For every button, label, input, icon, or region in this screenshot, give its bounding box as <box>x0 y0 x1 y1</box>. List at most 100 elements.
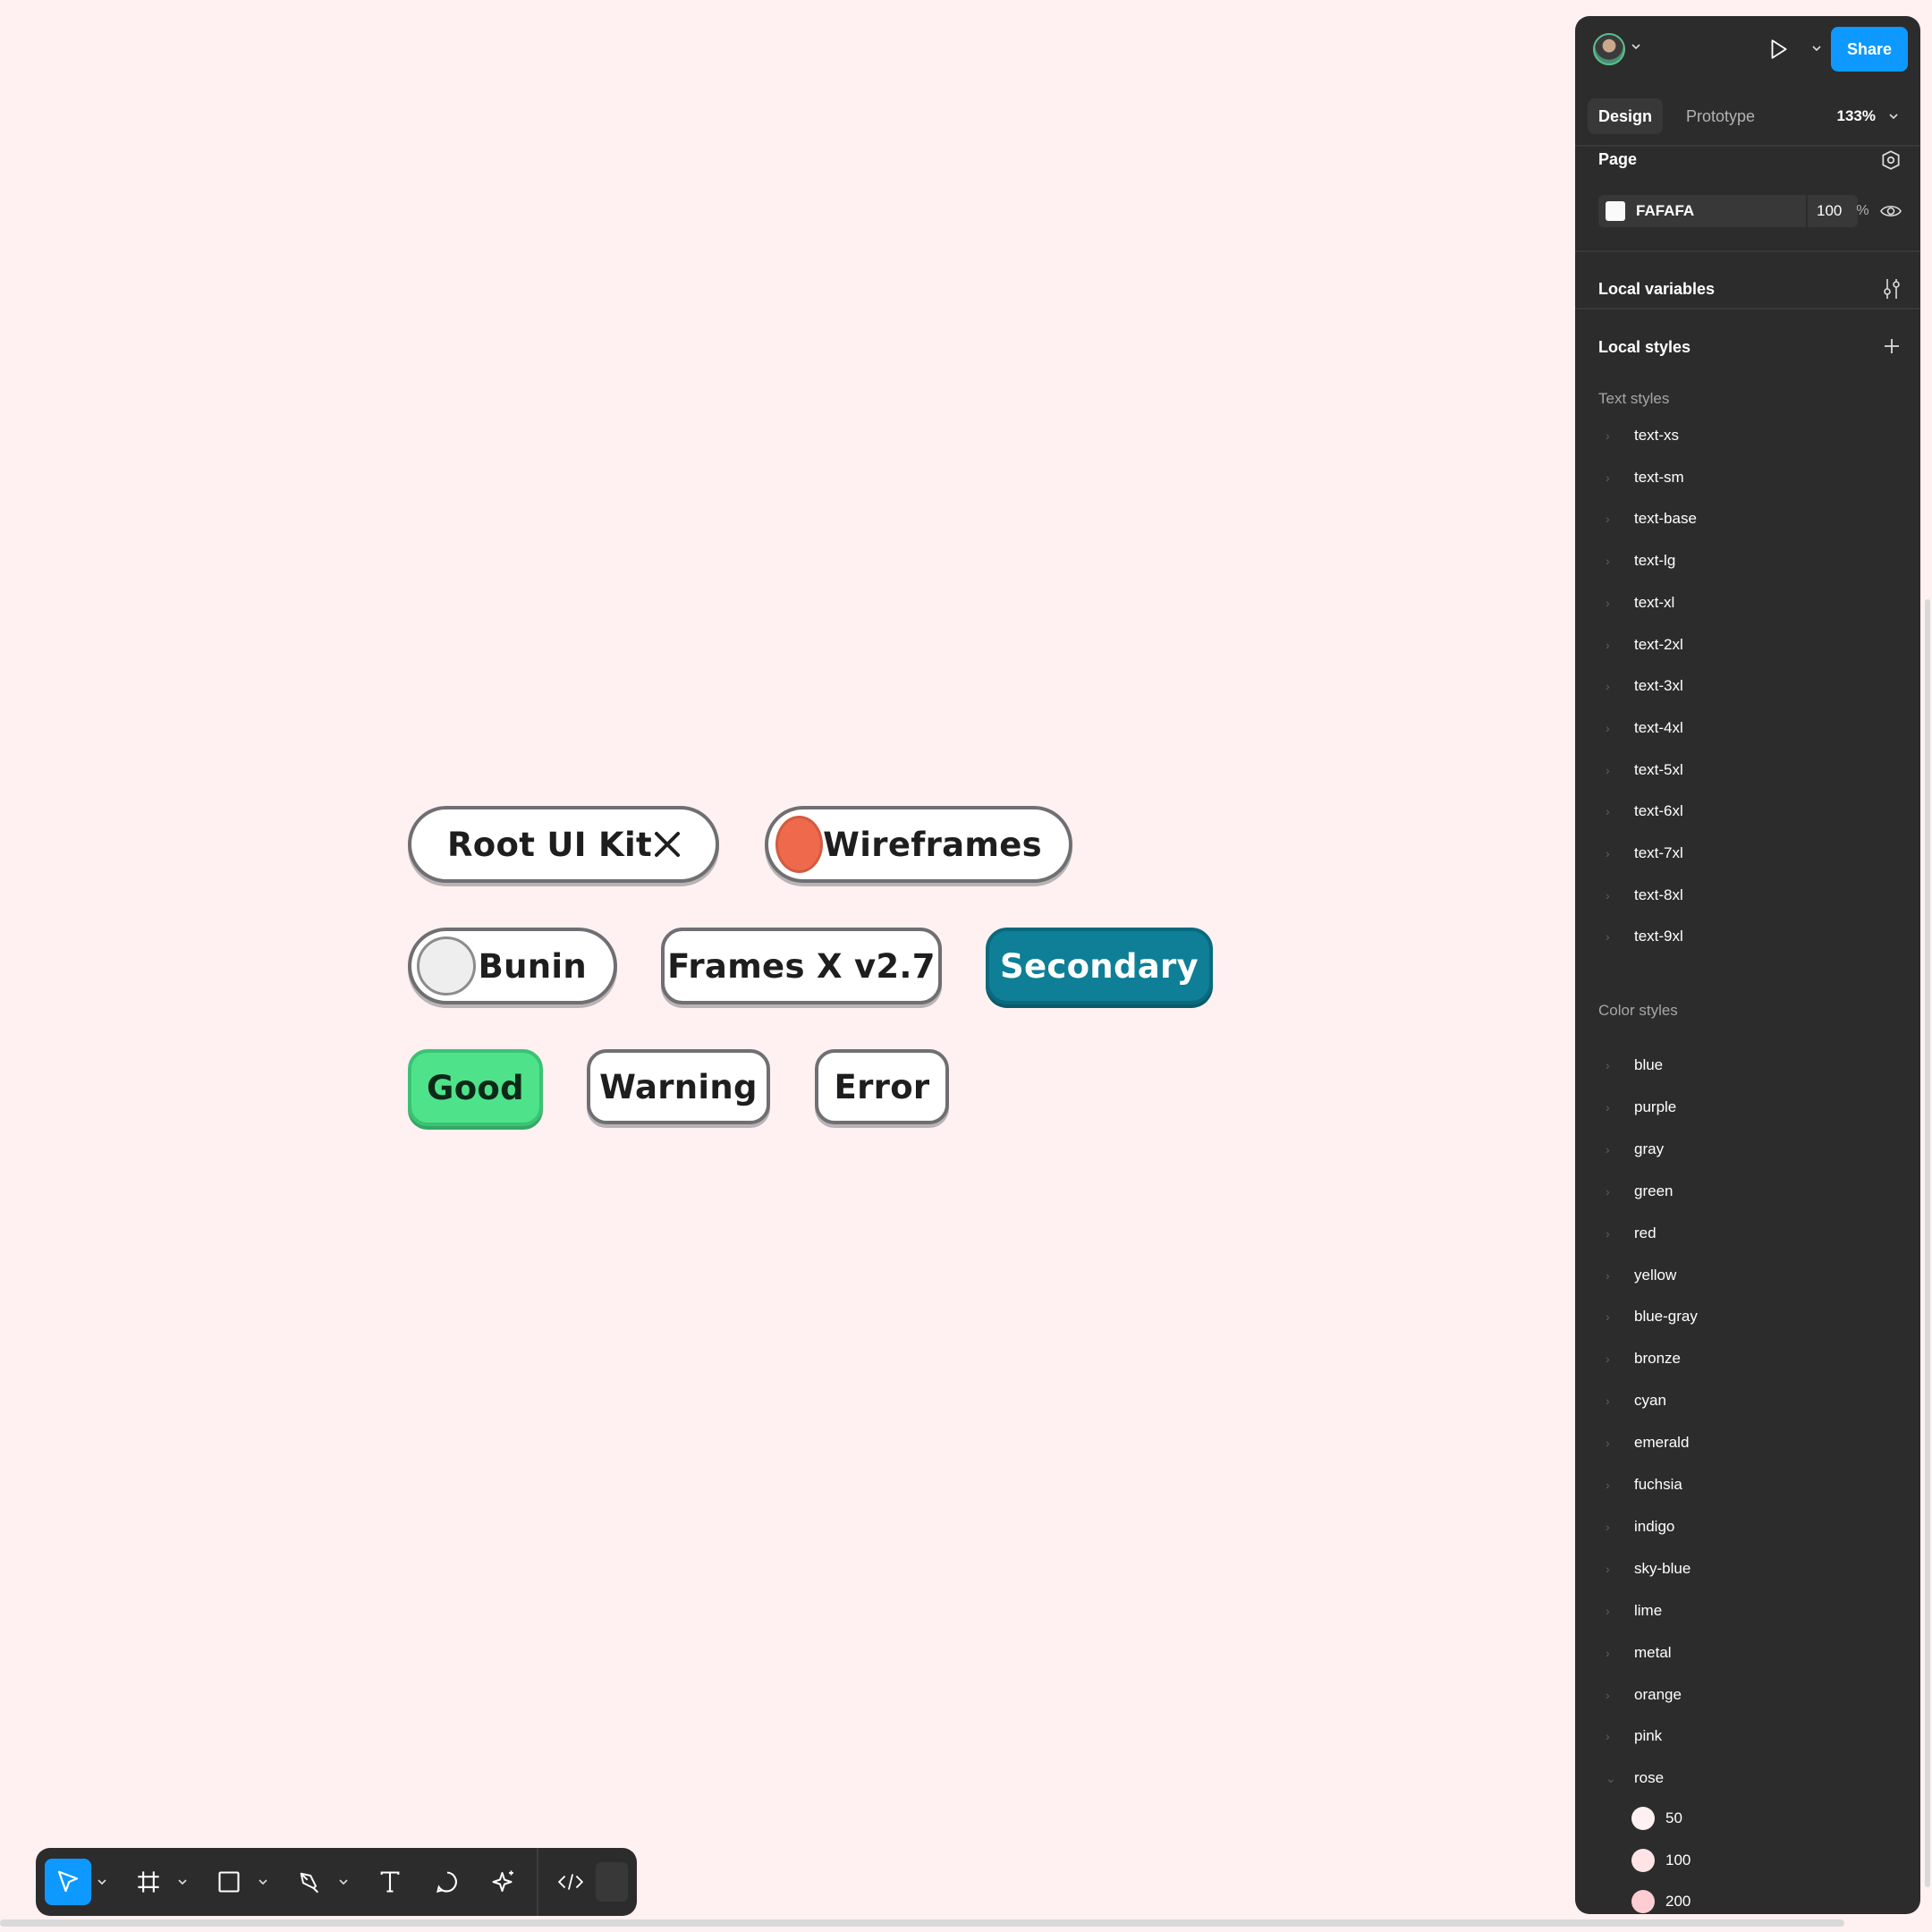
chip-bunin[interactable]: Bunin <box>408 928 617 1004</box>
chevron-right-icon[interactable]: › <box>1606 1058 1610 1072</box>
chevron-right-icon[interactable]: › <box>1606 1142 1610 1157</box>
tab-design[interactable]: Design <box>1588 98 1664 134</box>
chevron-right-icon[interactable]: › <box>1606 512 1610 526</box>
chevron-right-icon[interactable]: › <box>1606 1729 1610 1743</box>
chevron-right-icon[interactable]: › <box>1606 1436 1610 1450</box>
shape-tool-menu[interactable] <box>252 1859 274 1905</box>
text-style-item[interactable]: › text-base <box>1575 501 1920 537</box>
color-style-item[interactable]: › green <box>1575 1174 1920 1209</box>
color-style-item[interactable]: ⌄ rose <box>1575 1760 1920 1796</box>
chevron-right-icon[interactable]: › <box>1606 470 1610 485</box>
chip-frames-x[interactable]: Frames X v2.7 <box>661 928 942 1004</box>
color-style-item[interactable]: › indigo <box>1575 1509 1920 1545</box>
text-style-item[interactable]: › text-xs <box>1575 418 1920 453</box>
text-style-name: text-7xl <box>1634 844 1683 861</box>
text-style-item[interactable]: › text-xl <box>1575 585 1920 621</box>
chevron-right-icon[interactable]: › <box>1606 846 1610 860</box>
color-swatch[interactable] <box>1606 201 1625 221</box>
horizontal-scrollbar[interactable] <box>0 1919 1844 1927</box>
chevron-right-icon[interactable]: › <box>1606 679 1610 693</box>
chevron-right-icon[interactable]: › <box>1606 1352 1610 1366</box>
chevron-right-icon[interactable]: › <box>1606 1394 1610 1408</box>
chevron-right-icon[interactable]: › <box>1606 596 1610 610</box>
actions-tool-button[interactable] <box>481 1859 528 1905</box>
text-style-item[interactable]: › text-sm <box>1575 460 1920 496</box>
color-style-item[interactable]: › red <box>1575 1216 1920 1251</box>
chevron-right-icon[interactable]: › <box>1606 1184 1610 1199</box>
chevron-right-icon[interactable]: › <box>1606 1562 1610 1576</box>
chevron-right-icon[interactable]: › <box>1606 763 1610 777</box>
text-style-item[interactable]: › text-5xl <box>1575 752 1920 788</box>
chevron-right-icon[interactable]: › <box>1606 428 1610 443</box>
text-style-item[interactable]: › text-4xl <box>1575 710 1920 746</box>
text-style-item[interactable]: › text-6xl <box>1575 793 1920 829</box>
page-color-hex[interactable]: FAFAFA <box>1636 202 1779 220</box>
pen-tool-button[interactable] <box>286 1859 333 1905</box>
frame-tool-button[interactable] <box>125 1859 172 1905</box>
color-style-item[interactable]: › pink <box>1575 1718 1920 1754</box>
chevron-right-icon[interactable]: › <box>1606 1646 1610 1660</box>
dev-mode-toggle[interactable] <box>596 1862 628 1902</box>
tab-prototype[interactable]: Prototype <box>1675 98 1766 134</box>
color-style-item[interactable]: › cyan <box>1575 1383 1920 1419</box>
chip-warning[interactable]: Warning <box>587 1049 770 1124</box>
chip-error[interactable]: Error <box>815 1049 949 1124</box>
move-tool-menu[interactable] <box>91 1859 113 1905</box>
pen-tool-menu[interactable] <box>333 1859 354 1905</box>
chip-wireframes[interactable]: Wireframes <box>765 806 1072 883</box>
chip-root-ui-kit[interactable]: Root UI Kit <box>408 806 719 883</box>
chevron-right-icon[interactable]: › <box>1606 638 1610 652</box>
color-style-item[interactable]: › blue <box>1575 1047 1920 1083</box>
chevron-right-icon[interactable]: › <box>1606 804 1610 818</box>
chevron-right-icon[interactable]: › <box>1606 1268 1610 1283</box>
color-style-item[interactable]: › yellow <box>1575 1258 1920 1293</box>
chip-good[interactable]: Good <box>408 1049 543 1126</box>
dev-mode-button[interactable] <box>547 1859 594 1905</box>
zoom-level[interactable]: 133% <box>1837 98 1876 134</box>
close-icon[interactable] <box>652 829 680 860</box>
color-style-item[interactable]: › gray <box>1575 1131 1920 1167</box>
comment-tool-button[interactable] <box>424 1859 470 1905</box>
text-style-item[interactable]: › text-lg <box>1575 543 1920 579</box>
text-style-item[interactable]: › text-7xl <box>1575 835 1920 871</box>
vertical-scrollbar[interactable] <box>1925 599 1930 1887</box>
color-style-item[interactable]: › sky-blue <box>1575 1551 1920 1587</box>
chevron-right-icon[interactable]: › <box>1606 1478 1610 1492</box>
text-style-item[interactable]: › text-8xl <box>1575 877 1920 913</box>
move-tool-button[interactable] <box>45 1859 91 1905</box>
chevron-right-icon[interactable]: › <box>1606 1520 1610 1534</box>
text-style-item[interactable]: › text-3xl <box>1575 668 1920 704</box>
chevron-right-icon[interactable]: › <box>1606 1309 1610 1324</box>
chevron-right-icon[interactable]: › <box>1606 888 1610 902</box>
chevron-right-icon[interactable]: › <box>1606 1100 1610 1114</box>
color-style-item[interactable]: › bronze <box>1575 1341 1920 1377</box>
chip-secondary[interactable]: Secondary <box>986 928 1213 1004</box>
chevron-down-icon[interactable]: ⌄ <box>1606 1771 1616 1786</box>
page-opacity-field[interactable]: 100 % <box>1806 195 1888 227</box>
chevron-right-icon[interactable]: › <box>1606 1688 1610 1702</box>
shape-tool-button[interactable] <box>206 1859 252 1905</box>
text-style-item[interactable]: › text-9xl <box>1575 919 1920 954</box>
color-style-item[interactable]: › metal <box>1575 1635 1920 1671</box>
rose-shade-item[interactable]: 50 <box>1575 1801 1920 1836</box>
color-style-item[interactable]: › purple <box>1575 1089 1920 1125</box>
text-style-item[interactable]: › text-2xl <box>1575 627 1920 663</box>
share-button[interactable]: Share <box>1831 27 1908 72</box>
user-avatar[interactable] <box>1593 33 1625 65</box>
color-style-item[interactable]: › emerald <box>1575 1425 1920 1461</box>
rose-shade-item[interactable]: 200 <box>1575 1884 1920 1914</box>
chevron-right-icon[interactable]: › <box>1606 1604 1610 1618</box>
color-style-item[interactable]: › blue-gray <box>1575 1299 1920 1335</box>
color-style-item[interactable]: › fuchsia <box>1575 1467 1920 1503</box>
text-tool-button[interactable] <box>367 1859 413 1905</box>
chevron-right-icon[interactable]: › <box>1606 721 1610 735</box>
local-variables-title[interactable]: Local variables <box>1598 280 1715 299</box>
chevron-right-icon[interactable]: › <box>1606 554 1610 568</box>
color-style-item[interactable]: › orange <box>1575 1677 1920 1713</box>
color-style-item[interactable]: › lime <box>1575 1593 1920 1629</box>
chevron-right-icon[interactable]: › <box>1606 1226 1610 1241</box>
page-color-field[interactable]: FAFAFA 100 % <box>1598 195 1869 227</box>
chevron-right-icon[interactable]: › <box>1606 929 1610 944</box>
rose-shade-item[interactable]: 100 <box>1575 1843 1920 1878</box>
frame-tool-menu[interactable] <box>172 1859 193 1905</box>
